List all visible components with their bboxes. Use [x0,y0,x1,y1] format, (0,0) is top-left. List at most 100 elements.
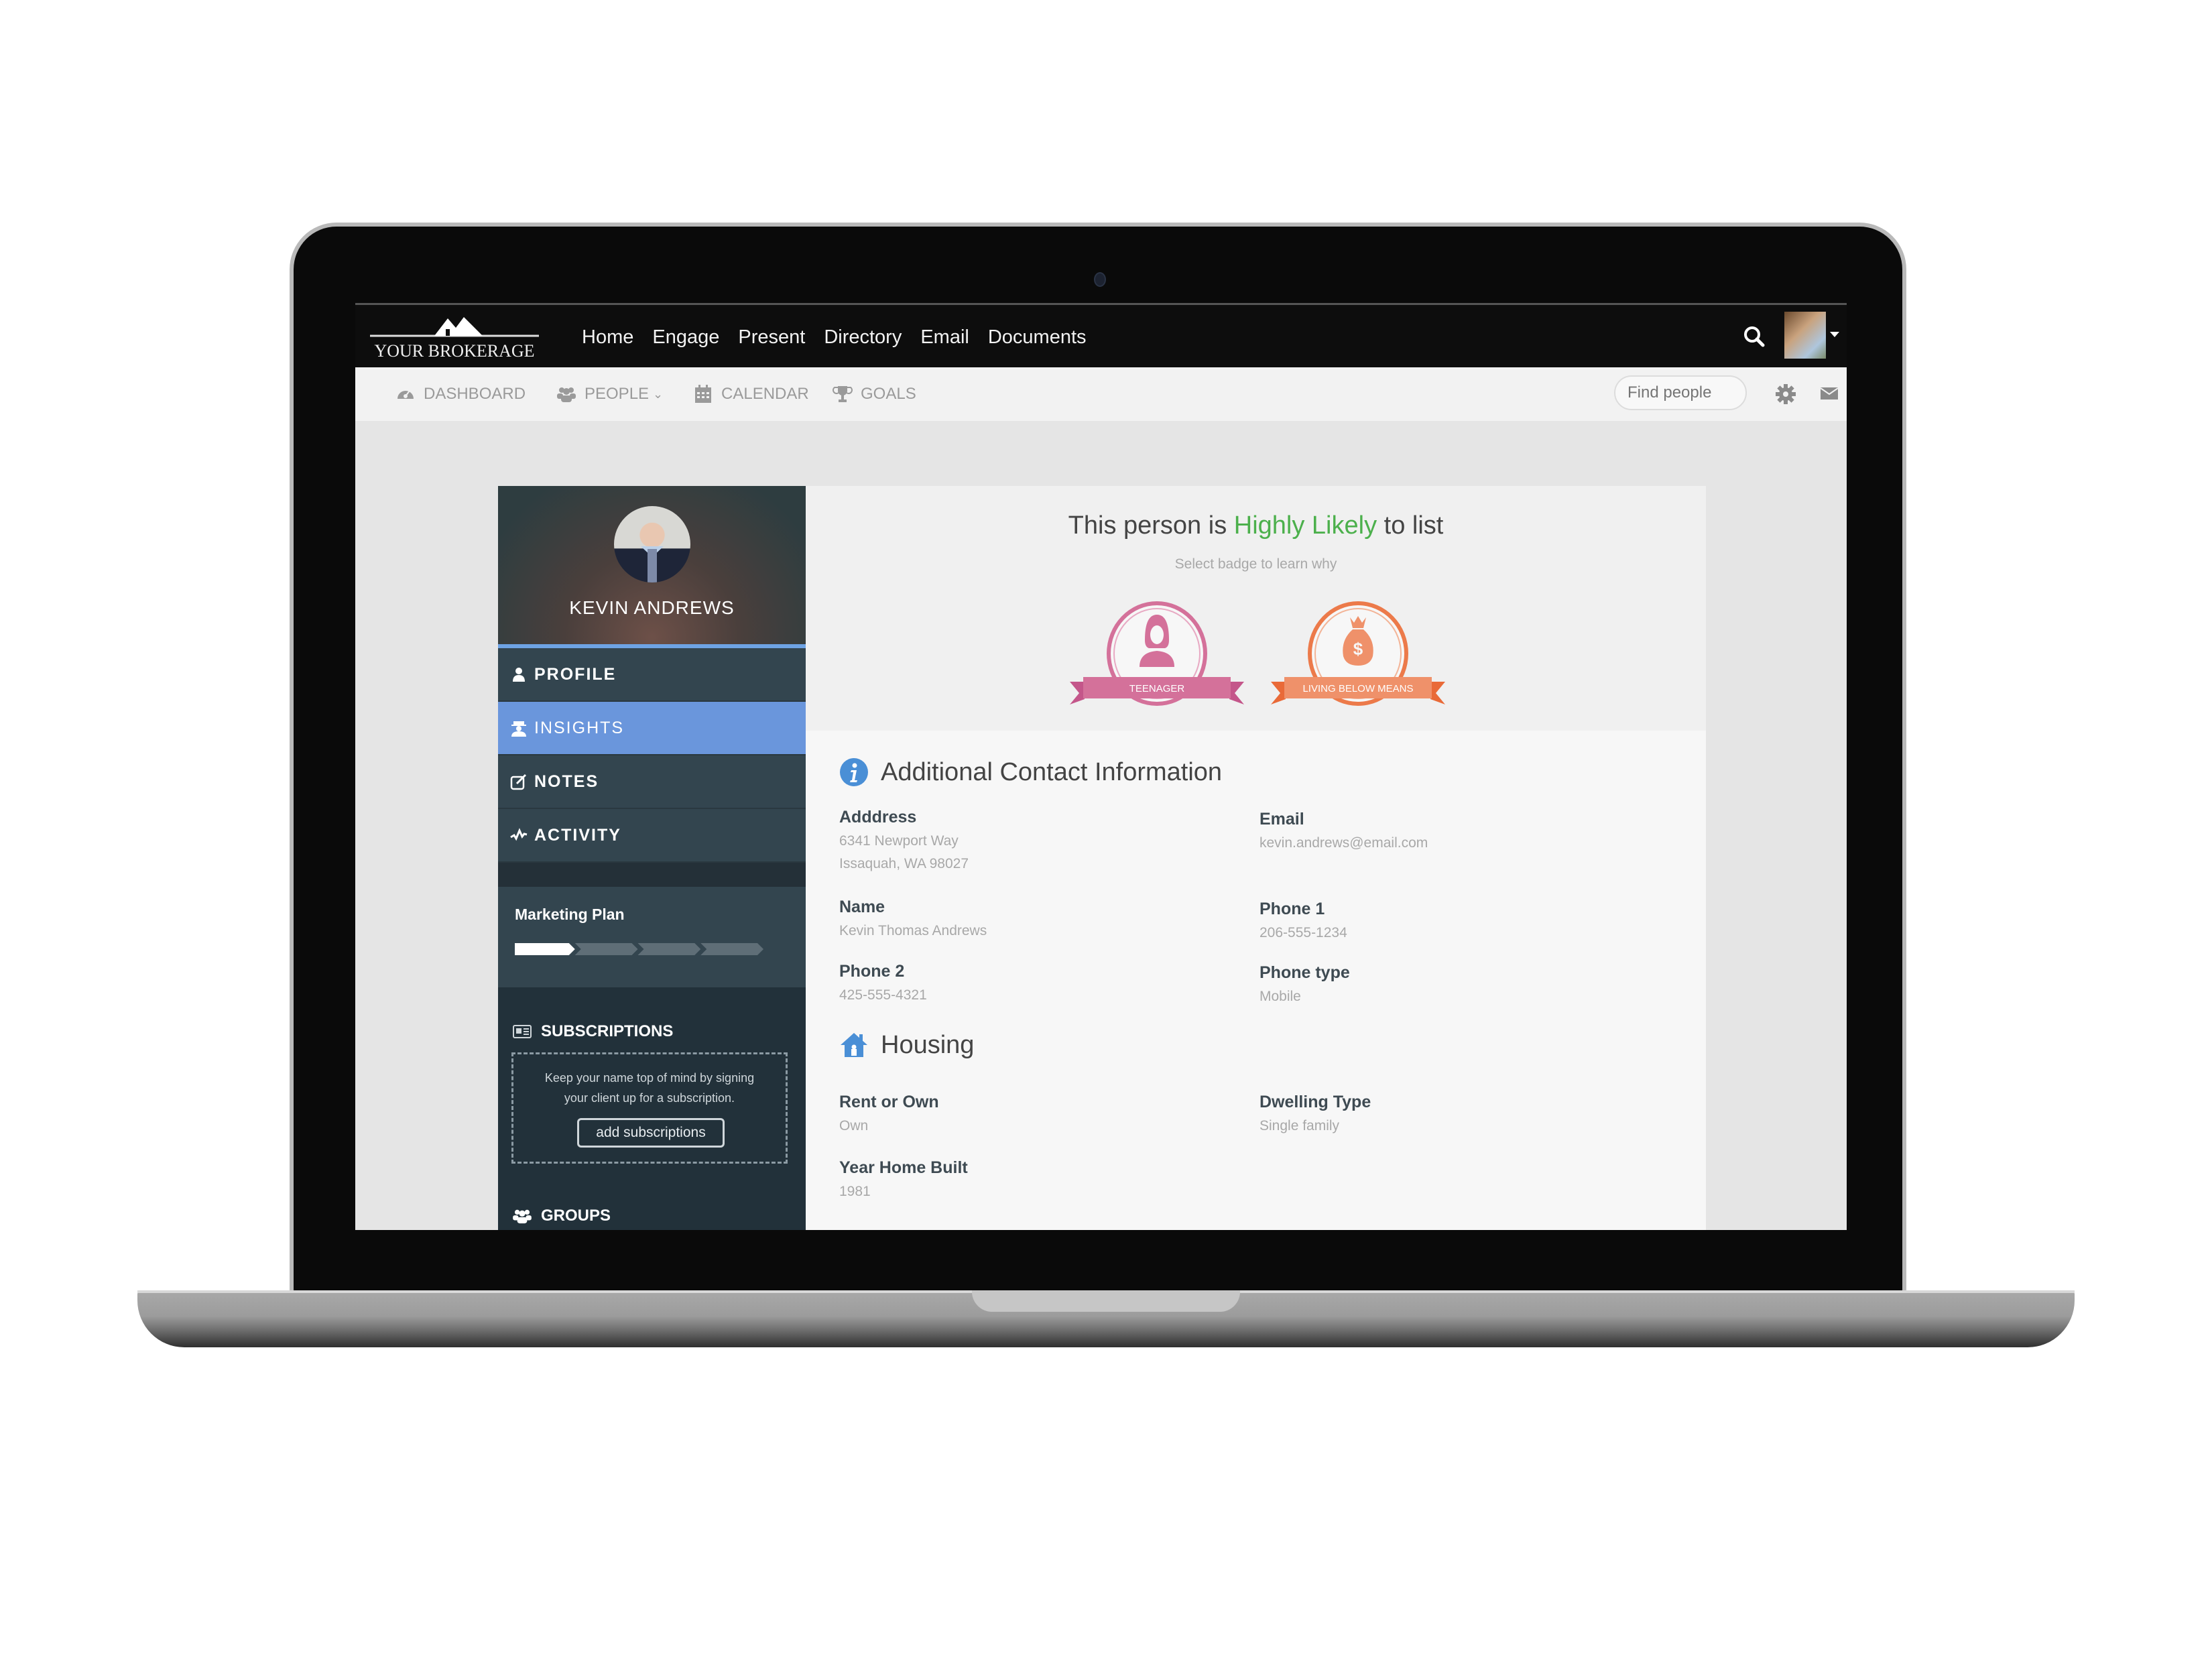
nav-directory[interactable]: Directory [824,326,902,349]
subnav-people[interactable]: PEOPLE ⌄ [556,367,663,421]
subnav-goals-label: GOALS [861,385,916,403]
groups-title: GROUPS [541,1207,611,1225]
envelope-icon[interactable] [1821,386,1838,401]
sidebar-item-profile[interactable]: PROFILE [498,648,806,702]
field-phone-type: Phone type Mobile [1259,963,1350,1008]
subscriptions-message: Keep your name top of mind by signing yo… [544,1071,755,1105]
field-phone-1: Phone 1 206-555-1234 [1259,900,1347,944]
marketing-plan-progress [515,943,763,955]
user-icon [513,668,525,682]
subnav-dashboard[interactable]: DASHBOARD [395,367,526,421]
sidebar-item-activity[interactable]: ACTIVITY [498,809,806,863]
field-address: Adddress 6341 Newport Way Issaquah, WA 9… [839,808,969,875]
field-label: Phone 1 [1259,900,1325,918]
field-label: Year Home Built [839,1158,968,1177]
add-subscriptions-button[interactable]: add subscriptions [577,1118,725,1148]
camera-icon [1094,272,1106,287]
sidebar-item-label: PROFILE [534,664,617,684]
field-value: Issaquah, WA 98027 [839,856,969,871]
nav-home[interactable]: Home [582,326,633,349]
laptop-notch [972,1290,1240,1312]
likelihood-level: Highly Likely [1233,511,1377,540]
caret-down-icon[interactable] [1830,332,1839,337]
field-label: Rent or Own [839,1093,939,1111]
id-card-icon [513,1025,532,1038]
field-label: Phone type [1259,963,1350,982]
subscriptions-title: SUBSCRIPTIONS [541,1022,674,1040]
marketing-plan-step [574,943,638,955]
badge-teenager[interactable]: TEENAGER [1070,600,1244,714]
housing-heading: Housing [839,1030,974,1060]
subscriptions-heading: SUBSCRIPTIONS [513,1022,673,1041]
badge-living-below-means[interactable]: $ LIVING BELOW MEANS [1271,600,1445,714]
field-label: Dwelling Type [1259,1093,1371,1111]
main-nav: Home Engage Present Directory Email Docu… [582,305,1105,369]
nav-present[interactable]: Present [738,326,805,349]
nav-documents[interactable]: Documents [988,326,1087,349]
field-value: 206-555-1234 [1259,925,1347,940]
additional-contact-title: Additional Contact Information [881,757,1223,786]
badge-label: LIVING BELOW MEANS [1302,683,1413,694]
brokerage-logo[interactable]: YOUR BROKERAGE [367,313,542,364]
field-value: Kevin Thomas Andrews [839,923,987,938]
sidebar-item-insights[interactable]: INSIGHTS [498,702,806,755]
field-phone-2: Phone 2 425-555-4321 [839,962,927,1007]
sidebar-spacer [498,863,806,887]
badge-label: TEENAGER [1129,683,1185,694]
housing-title: Housing [881,1030,975,1059]
field-value: Mobile [1259,989,1301,1004]
field-email: Email kevin.andrews@email.com [1259,810,1428,855]
chevron-down-icon: ⌄ [653,387,664,401]
edit-icon [510,774,527,790]
field-value: 1981 [839,1184,871,1199]
search-icon[interactable] [1741,324,1768,351]
subnav-dashboard-label: DASHBOARD [424,385,526,403]
marketing-plan-step [700,943,763,955]
field-name: Name Kevin Thomas Andrews [839,898,987,942]
contact-name: KEVIN ANDREWS [569,597,735,618]
badge-hint: Select badge to learn why [1174,556,1337,572]
sub-nav: DASHBOARD PEOPLE ⌄ CALENDAR GOALS [355,367,1847,421]
field-value: 6341 Newport Way [839,833,959,849]
marketing-plan-step [637,943,701,955]
gear-icon[interactable] [1775,383,1796,405]
headline-suffix: to list [1384,511,1444,540]
sidebar-item-label: ACTIVITY [534,825,621,845]
field-value: Own [839,1118,869,1133]
field-value[interactable]: kevin.andrews@email.com [1259,832,1428,855]
subnav-goals[interactable]: GOALS [833,367,916,421]
marketing-plan[interactable]: Marketing Plan [498,887,806,987]
calendar-icon [695,385,711,403]
marketing-plan-title: Marketing Plan [515,906,625,923]
field-dwelling-type: Dwelling Type Single family [1259,1093,1371,1138]
sidebar-item-notes[interactable]: NOTES [498,755,806,809]
logo-text: YOUR BROKERAGE [374,341,535,361]
contact-sidebar: KEVIN ANDREWS PROFILE INSIGHTS NOTES ACT… [498,486,806,1230]
sidebar-item-label: INSIGHTS [534,718,625,737]
headline-prefix: This person is [1068,511,1227,540]
field-year-home-built: Year Home Built 1981 [839,1158,968,1203]
info-icon [840,758,868,786]
app-screen: YOUR BROKERAGE Home Engage Present Direc… [355,303,1847,1230]
user-avatar[interactable] [1784,312,1826,359]
top-nav: YOUR BROKERAGE Home Engage Present Direc… [355,303,1847,369]
listing-likelihood: This person is Highly Likely to list Sel… [806,486,1706,731]
contact-header: KEVIN ANDREWS [498,486,806,646]
subnav-calendar-label: CALENDAR [721,385,809,403]
group-icon [513,1209,532,1224]
find-people-input[interactable] [1614,375,1747,410]
nav-engage[interactable]: Engage [652,326,719,349]
subscriptions-box: Keep your name top of mind by signing yo… [511,1052,788,1164]
insights-card: This person is Highly Likely to list Sel… [806,486,1706,1230]
nav-email[interactable]: Email [920,326,969,349]
trophy-icon [833,386,853,402]
subnav-calendar[interactable]: CALENDAR [693,367,809,421]
field-value: Single family [1259,1118,1340,1133]
field-label: Phone 2 [839,962,905,981]
people-icon [557,387,576,402]
contact-avatar [614,506,690,582]
likelihood-headline: This person is Highly Likely to list [806,511,1706,540]
sidebar-item-label: NOTES [534,772,599,791]
groups-heading[interactable]: GROUPS [513,1207,611,1225]
spy-icon [511,721,526,737]
